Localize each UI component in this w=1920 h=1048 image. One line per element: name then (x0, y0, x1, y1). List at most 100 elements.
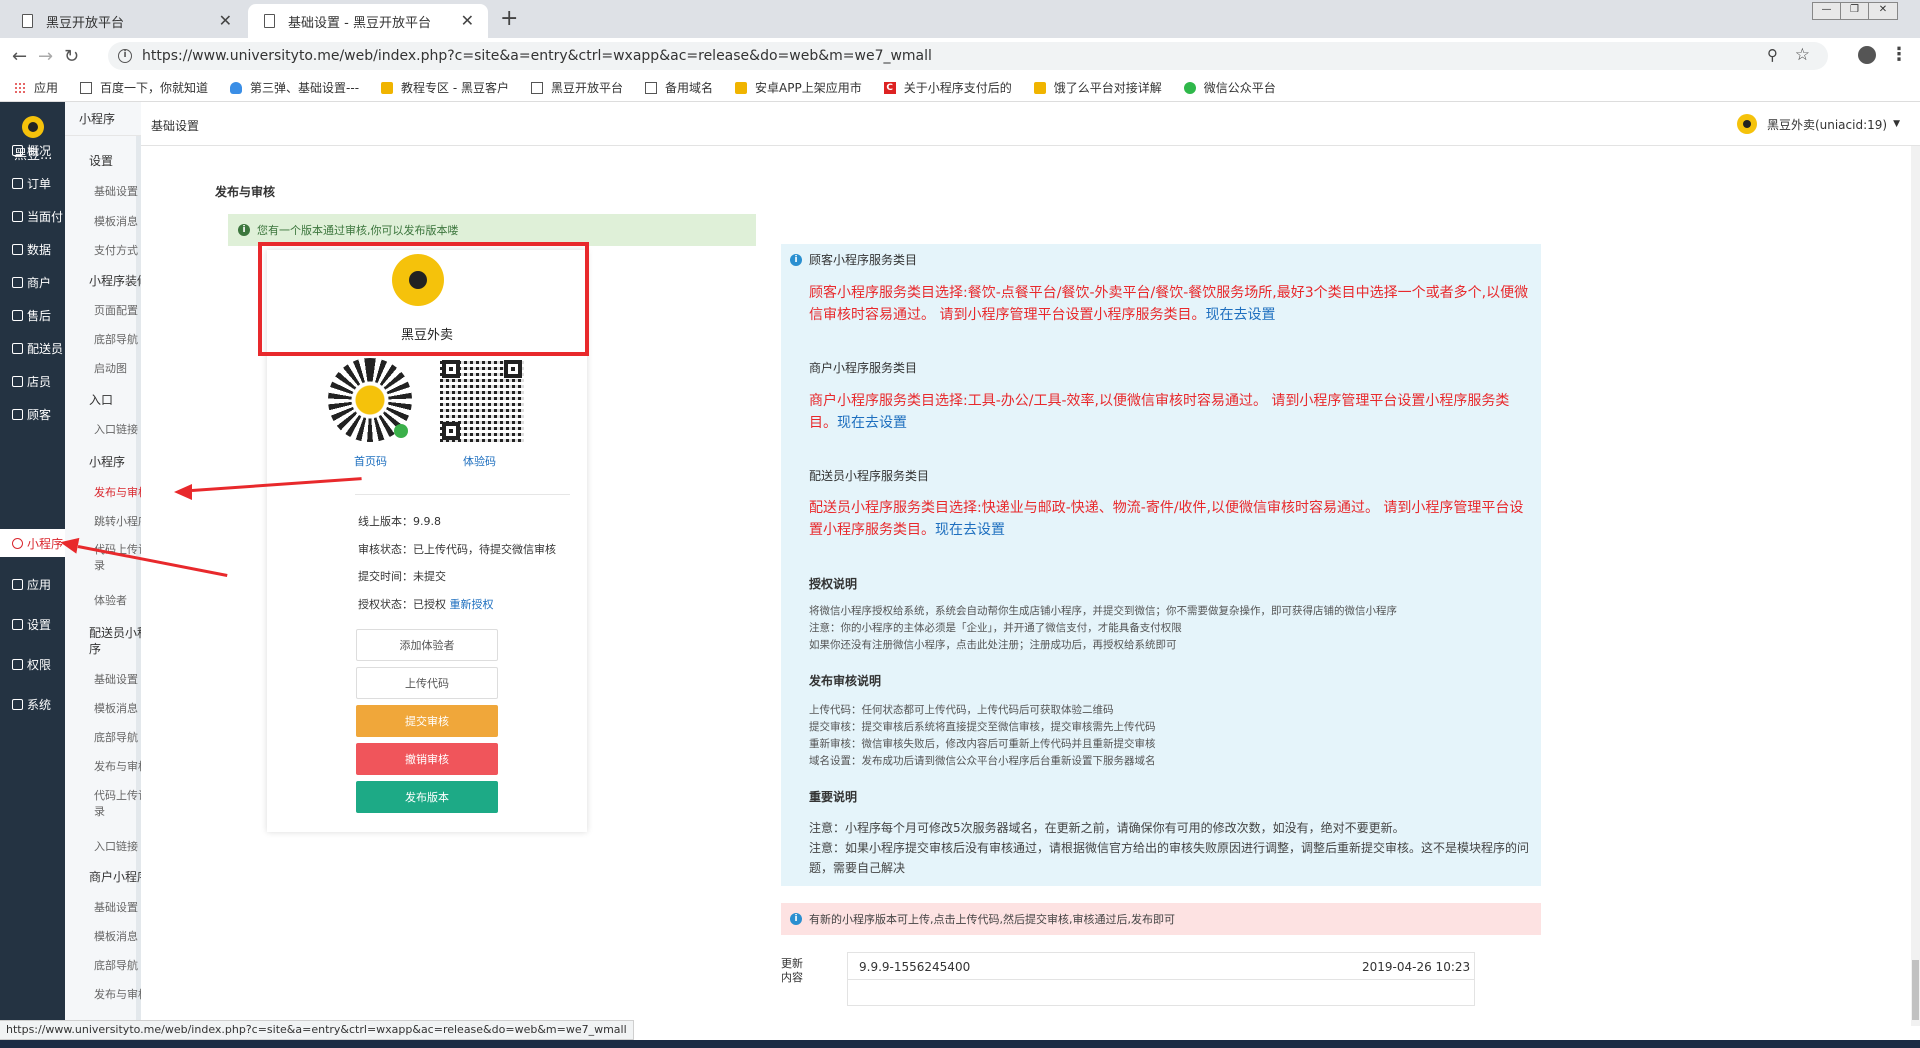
scrollbar[interactable] (1911, 146, 1920, 1026)
info-icon: i (790, 253, 802, 266)
close-icon[interactable]: ✕ (219, 11, 232, 30)
badge-icon (381, 81, 394, 94)
gear-icon (12, 618, 23, 630)
important-notes-title: 重要说明 (809, 790, 858, 804)
reauth-link[interactable]: 重新授权 (450, 598, 494, 611)
orders-icon (12, 177, 23, 189)
zoom-icon[interactable]: ⚲ (1767, 46, 1778, 64)
badge-icon (735, 81, 748, 94)
sidebar-item-couriers[interactable]: 配送员 (0, 334, 65, 362)
menu-icon[interactable]: ⋮ (1890, 44, 1908, 65)
customer-category-text: 顾客小程序服务类目选择:餐饮-点餐平台/餐饮-外卖平台/餐饮-餐饮服务场所,最好… (809, 285, 1529, 323)
sidebar-item-clerks[interactable]: 店员 (0, 367, 65, 395)
qr-corner-icon (442, 422, 460, 440)
sidebar-item-customers[interactable]: 顾客 (0, 400, 65, 428)
reload-icon[interactable]: ↻ (64, 46, 79, 67)
profile-icon[interactable] (1858, 46, 1876, 64)
bookmarks-bar: 应用 百度一下，你就知道 第三弹、基础设置--- 教程专区 - 黑豆客户 黑豆开… (0, 74, 1920, 102)
brand-logo-icon[interactable] (22, 116, 44, 138)
sidebar-item-facepay[interactable]: 当面付 (0, 202, 65, 230)
sidebar-item-miniprogram[interactable]: 小程序 (0, 529, 65, 557)
divider (355, 494, 570, 495)
submit-audit-button[interactable]: 提交审核 (356, 705, 498, 737)
sidebar-item-apps[interactable]: 应用 (0, 570, 65, 598)
customer-category-title: i 顾客小程序服务类目 (790, 251, 917, 268)
home-qr-code (328, 358, 412, 442)
auth-notes: 将微信小程序授权给系统，系统会自动帮你生成店铺小程序，并提交到微信；你不需要做复… (809, 605, 1397, 651)
page-icon (22, 14, 33, 28)
miniprogram-icon (12, 537, 23, 549)
home-qr-label[interactable]: 首页码 (354, 453, 387, 469)
os-taskbar (0, 1040, 1920, 1048)
sidebar-item-orders[interactable]: 订单 (0, 169, 65, 197)
clerk-icon (12, 375, 23, 387)
page-icon (264, 14, 275, 28)
sidebar-item-system[interactable]: 系统 (0, 690, 65, 718)
sidebar-item-permissions[interactable]: 权限 (0, 650, 65, 678)
submit-time: 提交时间：未提交 (358, 570, 446, 583)
experience-qr-label[interactable]: 体验码 (463, 453, 496, 469)
revoke-audit-button[interactable]: 撤销审核 (356, 743, 498, 775)
upload-code-button[interactable]: 上传代码 (356, 667, 498, 699)
merchant-icon (12, 276, 23, 288)
delivery-category-text: 配送员小程序服务类目选择:快递业与邮政-快递、物流-寄件/收件,以便微信审核时容… (809, 500, 1524, 538)
bookmark[interactable]: 微信公众平台 (1183, 79, 1276, 96)
caret-down-icon: ▼ (1893, 119, 1900, 129)
merchant-category-text: 商户小程序服务类目选择:工具-办公/工具-效率,以便微信审核时容易通过。 请到小… (809, 393, 1510, 431)
page-icon (80, 81, 93, 94)
release-notes: 上传代码：任何状态都可上传代码，上传代码后可获取体验二维码 提交审核：提交审核后… (809, 704, 1156, 767)
site-info-icon[interactable]: i (118, 49, 132, 63)
data-icon (12, 243, 23, 255)
annotation-highlight-box (258, 242, 589, 356)
user-menu[interactable]: 黑豆外卖(uniacid:19) ▼ (1736, 114, 1900, 134)
experience-qr-code (440, 358, 524, 442)
scrollbar-thumb[interactable] (1912, 960, 1919, 1020)
courier-icon (12, 342, 23, 354)
bookmark[interactable]: 第三弹、基础设置--- (230, 79, 359, 96)
apps-grid-icon (14, 81, 26, 94)
release-version-button[interactable]: 发布版本 (356, 781, 498, 813)
bookmark[interactable]: 百度一下，你就知道 (80, 79, 208, 96)
bookmark[interactable]: 黑豆开放平台 (531, 79, 623, 96)
close-icon[interactable]: ✕ (461, 11, 474, 30)
bookmark[interactable]: 应用 (14, 79, 58, 96)
page-icon (645, 81, 658, 94)
new-version-alert: i 有新的小程序版本可上传,点击上传代码,然后提交审核,审核通过后,发布即可 (781, 903, 1541, 935)
url-text[interactable]: https://www.universityto.me/web/index.ph… (142, 48, 932, 64)
breadcrumb: 基础设置 (151, 119, 200, 133)
back-icon[interactable]: ← (12, 46, 27, 67)
bookmark[interactable]: C 关于小程序支付后的 (883, 79, 1012, 96)
bookmark[interactable]: 备用域名 (645, 79, 713, 96)
bookmark[interactable]: 饿了么平台对接详解 (1033, 79, 1162, 96)
bookmark[interactable]: 教程专区 - 黑豆客户 (381, 79, 509, 96)
star-icon[interactable]: ☆ (1795, 45, 1810, 65)
close-window-icon[interactable]: ✕ (1869, 3, 1897, 19)
wechat-icon (1183, 81, 1196, 94)
lock-icon (12, 658, 23, 670)
set-now-link[interactable]: 现在去设置 (837, 415, 907, 431)
sub-nav-header: 小程序 (65, 102, 141, 136)
bookmark[interactable]: 安卓APP上架应用市 (735, 79, 862, 96)
c-brand-icon: C (883, 81, 896, 94)
forward-icon[interactable]: → (38, 46, 53, 67)
sidebar-item-overview[interactable]: 概况 (0, 136, 65, 164)
minimize-icon[interactable]: — (1813, 3, 1841, 19)
url-bar[interactable]: i https://www.universityto.me/web/index.… (108, 42, 1828, 70)
tab-title: 黑豆开放平台 (46, 15, 125, 31)
window-controls: — ❐ ✕ (1812, 2, 1898, 20)
add-tester-button[interactable]: 添加体验者 (356, 629, 498, 661)
set-now-link[interactable]: 现在去设置 (1205, 307, 1275, 323)
facepay-icon (12, 210, 23, 222)
browser-tab-active[interactable]: 基础设置 - 黑豆开放平台 ✕ (248, 4, 488, 38)
qr-corner-icon (504, 360, 522, 378)
sidebar-item-settings[interactable]: 设置 (0, 610, 65, 638)
restore-icon[interactable]: ❐ (1841, 3, 1869, 19)
auth-status-row: 授权状态：已授权 重新授权 (358, 596, 494, 612)
sidebar-item-data[interactable]: 数据 (0, 235, 65, 263)
browser-tab[interactable]: 黑豆开放平台 ✕ (6, 4, 246, 38)
new-tab-icon[interactable]: + (500, 6, 518, 31)
merchant-category-title: 商户小程序服务类目 (809, 361, 918, 375)
sidebar-item-aftersale[interactable]: 售后 (0, 301, 65, 329)
sidebar-item-merchants[interactable]: 商户 (0, 268, 65, 296)
set-now-link[interactable]: 现在去设置 (935, 522, 1005, 538)
